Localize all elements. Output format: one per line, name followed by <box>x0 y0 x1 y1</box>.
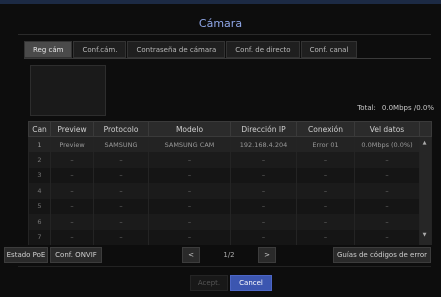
table-row[interactable]: 5 – – – – – – <box>28 198 432 214</box>
tab-conf-canal[interactable]: Conf. canal <box>300 41 358 58</box>
scroll-down-icon[interactable]: ▼ <box>421 231 428 239</box>
cell-conexion: – <box>296 229 355 245</box>
camera-preview <box>30 65 106 116</box>
cell-vel-datos: – <box>354 198 420 214</box>
total-bandwidth: Total: 0.0Mbps /0.0% <box>357 104 434 112</box>
cell-modelo: – <box>148 183 231 199</box>
cell-can: 3 <box>28 167 51 183</box>
tab-conf-cam[interactable]: Conf.cám. <box>73 41 127 58</box>
col-direccion-ip: Dirección IP <box>230 121 297 137</box>
accept-button[interactable]: Acept. <box>190 275 228 291</box>
cell-protocolo: – <box>93 183 149 199</box>
camera-dialog: Cámara Reg cám Conf.cám. Contraseña de c… <box>0 0 441 297</box>
cell-direccion-ip: – <box>230 229 297 245</box>
cell-protocolo: – <box>93 198 149 214</box>
prev-page-button[interactable]: < <box>182 247 200 263</box>
cell-modelo: – <box>148 167 231 183</box>
scrollbar-cell <box>419 183 432 199</box>
cell-vel-datos: – <box>354 152 420 168</box>
col-preview: Preview <box>50 121 94 137</box>
cell-can: 2 <box>28 152 51 168</box>
cell-preview: – <box>50 152 94 168</box>
cell-protocolo: – <box>93 152 149 168</box>
cell-preview: – <box>50 214 94 230</box>
cell-can: 5 <box>28 198 51 214</box>
top-bar <box>0 0 441 4</box>
cell-modelo: – <box>148 198 231 214</box>
table-row[interactable]: 2 – – – – – – <box>28 152 432 168</box>
cell-can: 4 <box>28 183 51 199</box>
next-page-button[interactable]: > <box>258 247 276 263</box>
cell-modelo: SAMSUNG CAM <box>148 136 231 152</box>
cell-preview[interactable]: Preview <box>50 136 94 152</box>
cell-preview: – <box>50 183 94 199</box>
conf-onvif-button[interactable]: Conf. ONVIF <box>50 247 102 263</box>
cell-modelo: – <box>148 214 231 230</box>
table-row[interactable]: 7 – – – – – – <box>28 229 432 245</box>
cell-direccion-ip: 192.168.4.204 <box>230 136 297 152</box>
table-row[interactable]: 4 – – – – – – <box>28 183 432 199</box>
col-conexion: Conexión <box>296 121 355 137</box>
cell-direccion-ip: – <box>230 183 297 199</box>
title-divider <box>18 34 431 35</box>
cell-conexion: – <box>296 183 355 199</box>
tab-reg-cam[interactable]: Reg cám <box>24 41 73 58</box>
cell-can: 7 <box>28 229 51 245</box>
footer-divider <box>18 266 431 267</box>
cell-preview: – <box>50 167 94 183</box>
tab-conf-directo[interactable]: Conf. de directo <box>226 41 300 58</box>
table-row[interactable]: 3 – – – – – – <box>28 167 432 183</box>
cell-protocolo: – <box>93 229 149 245</box>
cell-conexion: – <box>296 152 355 168</box>
cell-preview: – <box>50 229 94 245</box>
cell-direccion-ip: – <box>230 214 297 230</box>
total-label: Total: <box>357 104 376 112</box>
cell-conexion: – <box>296 198 355 214</box>
cancel-button[interactable]: Cancel <box>230 275 272 291</box>
cell-direccion-ip: – <box>230 152 297 168</box>
page-title: Cámara <box>198 17 243 30</box>
cell-preview: – <box>50 198 94 214</box>
scrollbar-cell <box>419 214 432 230</box>
col-scroll <box>419 121 432 137</box>
scroll-up-icon[interactable]: ▲ <box>421 139 428 147</box>
page-indicator: 1/2 <box>223 251 235 259</box>
cell-vel-datos: – <box>354 229 420 245</box>
cell-modelo: – <box>148 152 231 168</box>
cell-direccion-ip: – <box>230 198 297 214</box>
cell-conexion: – <box>296 167 355 183</box>
cell-vel-datos: 0.0Mbps (0.0%) <box>354 136 420 152</box>
col-vel-datos: Vel datos <box>354 121 420 137</box>
tab-bar: Reg cám Conf.cám. Contraseña de cámara C… <box>24 41 358 58</box>
cell-can: 6 <box>28 214 51 230</box>
col-modelo: Modelo <box>148 121 231 137</box>
tab-divider <box>24 58 431 59</box>
table-row[interactable]: 1 Preview SAMSUNG SAMSUNG CAM 192.168.4.… <box>28 136 432 152</box>
camera-table: Can Preview Protocolo Modelo Dirección I… <box>28 121 432 245</box>
table-row[interactable]: 6 – – – – – – <box>28 214 432 230</box>
cell-direccion-ip: – <box>230 167 297 183</box>
cell-protocolo: – <box>93 214 149 230</box>
cell-modelo: – <box>148 229 231 245</box>
cell-vel-datos: – <box>354 183 420 199</box>
chevron-left-icon: < <box>188 251 194 259</box>
scrollbar-cell <box>419 198 432 214</box>
scrollbar-cell <box>419 167 432 183</box>
cell-conexion: Error 01 <box>296 136 355 152</box>
scrollbar-cell <box>419 152 432 168</box>
error-code-guide-button[interactable]: Guías de códigos de error <box>333 247 431 263</box>
cell-vel-datos: – <box>354 167 420 183</box>
col-can: Can <box>28 121 51 137</box>
col-protocolo: Protocolo <box>93 121 149 137</box>
chevron-right-icon: > <box>264 251 270 259</box>
cell-can: 1 <box>28 136 51 152</box>
table-header: Can Preview Protocolo Modelo Dirección I… <box>28 121 432 137</box>
tab-contrasena-camara[interactable]: Contraseña de cámara <box>127 41 226 58</box>
cell-protocolo: SAMSUNG <box>93 136 149 152</box>
total-value: 0.0Mbps /0.0% <box>381 104 434 112</box>
estado-poe-button[interactable]: Estado PoE <box>4 247 48 263</box>
cell-protocolo: – <box>93 167 149 183</box>
cell-conexion: – <box>296 214 355 230</box>
cell-vel-datos: – <box>354 214 420 230</box>
